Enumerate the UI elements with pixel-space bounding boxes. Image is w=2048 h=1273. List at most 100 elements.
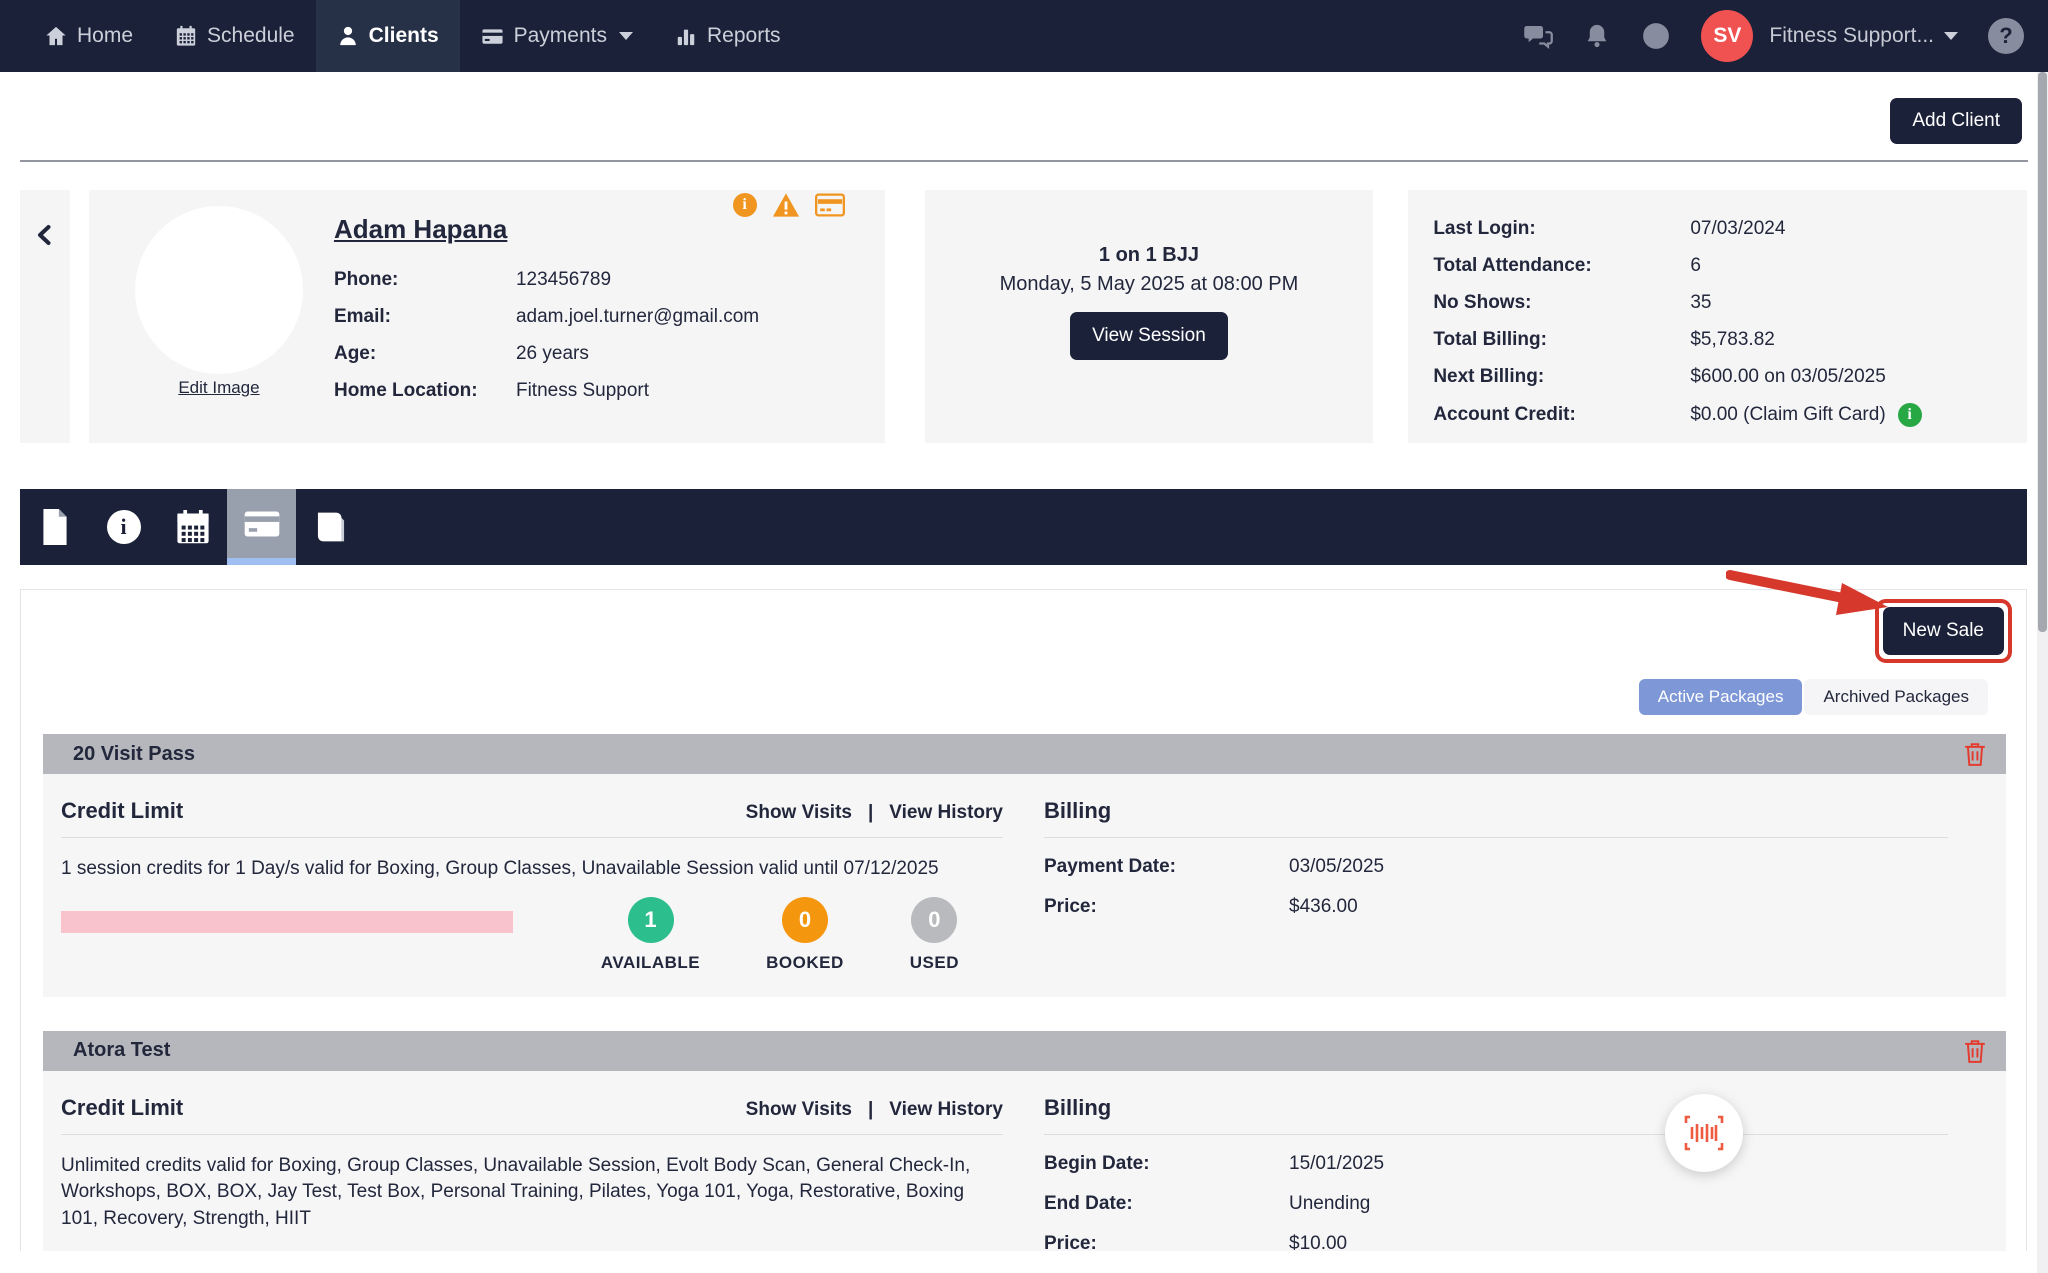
book-icon: [315, 510, 347, 544]
stat-total-billing: Total Billing: $5,783.82: [1433, 329, 1775, 350]
nav-reports[interactable]: Reports: [654, 0, 802, 72]
help-icon[interactable]: ?: [1988, 18, 2024, 54]
view-session-button[interactable]: View Session: [1070, 312, 1228, 360]
barcode-icon: [1684, 1115, 1724, 1151]
nav-schedule[interactable]: Schedule: [154, 0, 316, 72]
account-name: Fitness Support...: [1769, 24, 1934, 47]
person-icon: [337, 25, 359, 47]
billing-row-price: Price: $10.00: [1044, 1232, 1348, 1251]
calendar-icon: [175, 25, 197, 47]
billing-row-begin-date: Begin Date: 15/01/2025: [1044, 1152, 1385, 1174]
billing-heading: Billing: [1044, 798, 1112, 823]
stat-total-attendance: Total Attendance: 6: [1433, 255, 1701, 276]
info-icon: i: [106, 510, 141, 544]
chevron-down-icon: [1944, 32, 1958, 40]
delete-package-icon[interactable]: [1964, 1039, 1986, 1063]
active-packages-tab[interactable]: Active Packages: [1638, 679, 1803, 715]
session-datetime: Monday, 5 May 2025 at 08:00 PM: [999, 273, 1299, 295]
calendar-icon: [176, 510, 210, 544]
credit-counters: 1 AVAILABLE 0 BOOKED 0 USED: [601, 896, 1003, 973]
credit-limit-column: Credit Limit Show Visits | View History …: [61, 1095, 1003, 1251]
navbar-utilities: SV Fitness Support... ?: [1523, 0, 2024, 72]
edit-image-link[interactable]: Edit Image: [135, 378, 303, 398]
new-sale-button[interactable]: New Sale: [1882, 607, 2004, 655]
tab-schedule[interactable]: [158, 489, 227, 565]
credit-limit-heading: Credit Limit: [61, 798, 184, 823]
client-name[interactable]: Adam Hapana: [334, 214, 507, 245]
credit-card-icon: [244, 510, 280, 538]
messages-icon[interactable]: [1523, 21, 1554, 51]
package-body: Credit Limit Show Visits | View History …: [43, 774, 2006, 997]
stat-account-credit: Account Credit: $0.00 (Claim Gift Card) …: [1433, 403, 2027, 427]
package-title: 20 Visit Pass: [73, 742, 195, 765]
packages-filter-toggle: Active Packages Archived Packages: [21, 679, 2026, 715]
link-separator: |: [867, 802, 874, 823]
archived-packages-tab[interactable]: Archived Packages: [1804, 679, 1988, 715]
counter-booked: 0 BOOKED: [766, 896, 844, 973]
client-field-phone: Phone: 123456789: [333, 269, 612, 290]
package-header: 20 Visit Pass: [43, 734, 2006, 774]
package-header: Atora Test: [43, 1030, 2006, 1071]
credit-info-icon[interactable]: i: [1897, 403, 1922, 427]
billing-row-price: Price: $436.00: [1044, 896, 1358, 917]
counter-used: 0 USED: [910, 896, 959, 973]
chevron-down-icon: [619, 32, 633, 40]
home-icon: [45, 25, 67, 47]
nav-clients[interactable]: Clients: [315, 0, 460, 72]
nav-home-label: Home: [77, 24, 134, 47]
credit-limit-heading: Credit Limit: [61, 1094, 184, 1120]
history-clock-icon[interactable]: [1641, 21, 1671, 51]
show-visits-link[interactable]: Show Visits: [746, 802, 852, 824]
back-button[interactable]: [20, 190, 70, 443]
package-card-20-visit-pass: 20 Visit Pass Credit Limit Show Visits |…: [43, 734, 2006, 997]
next-session-card: 1 on 1 BJJ Monday, 5 May 2025 at 08:00 P…: [924, 190, 1374, 443]
scan-barcode-button[interactable]: [1665, 1094, 1743, 1172]
nav-payments[interactable]: Payments: [460, 0, 654, 72]
page-header: Add Client: [0, 72, 2048, 160]
bar-chart-icon: [675, 25, 697, 47]
nav-payments-label: Payments: [513, 24, 607, 47]
avatar[interactable]: SV: [1701, 10, 1754, 62]
new-sale-annotation-ring: New Sale: [1874, 599, 2012, 663]
top-navbar: Home Schedule Clients Payments Reports S…: [0, 0, 2048, 72]
delete-package-icon[interactable]: [1964, 742, 1986, 766]
client-field-email: Email: adam.joel.turner@gmail.com: [333, 306, 760, 327]
credit-card-icon: [481, 25, 504, 48]
stat-last-login: Last Login: 07/03/2024: [1433, 218, 1786, 239]
file-icon: [39, 509, 71, 545]
client-photo: [134, 206, 303, 374]
view-history-link[interactable]: View History: [889, 1099, 1003, 1121]
billing-heading: Billing: [1044, 1094, 1112, 1120]
stat-no-shows: No Shows: 35: [1433, 292, 1712, 313]
client-stats-card: Last Login: 07/03/2024 Total Attendance:…: [1408, 190, 2027, 443]
nav-home[interactable]: Home: [24, 0, 154, 72]
client-details: Adam Hapana Phone: 123456789 Email: adam…: [334, 214, 865, 402]
show-visits-link[interactable]: Show Visits: [746, 1099, 852, 1121]
add-client-button[interactable]: Add Client: [1890, 98, 2022, 144]
tab-info[interactable]: i: [89, 489, 158, 565]
stat-next-billing: Next Billing: $600.00 on 03/05/2025: [1433, 366, 1886, 387]
tab-notes[interactable]: [296, 489, 365, 565]
tab-documents[interactable]: [20, 489, 89, 565]
client-info-card: Edit Image i Adam Hapana Phone: 12345678…: [88, 190, 885, 443]
tab-packages-billing[interactable]: [227, 489, 296, 565]
credit-limit-column: Credit Limit Show Visits | View History …: [61, 798, 1003, 973]
main-nav: Home Schedule Clients Payments Reports: [24, 0, 802, 72]
link-separator: |: [867, 1098, 874, 1120]
client-section-tabs: i: [20, 489, 2027, 565]
notifications-bell-icon[interactable]: [1583, 22, 1611, 50]
billing-column: Billing Payment Date: 03/05/2025 Price: …: [1044, 798, 1988, 973]
credit-progress-bar: [61, 910, 513, 933]
nav-schedule-label: Schedule: [207, 24, 295, 47]
scrollbar[interactable]: [2037, 72, 2048, 1273]
chevron-left-icon: [33, 222, 57, 443]
nav-reports-label: Reports: [707, 24, 781, 47]
package-description: 1 session credits for 1 Day/s valid for …: [61, 858, 939, 879]
session-title: 1 on 1 BJJ: [1098, 244, 1199, 266]
view-history-link[interactable]: View History: [889, 802, 1003, 824]
billing-row-payment-date: Payment Date: 03/05/2025: [1044, 856, 1385, 877]
package-title: Atora Test: [73, 1039, 171, 1062]
account-menu[interactable]: Fitness Support...: [1769, 24, 1958, 48]
scrollbar-thumb[interactable]: [2038, 72, 2047, 632]
header-divider: [20, 160, 2028, 162]
